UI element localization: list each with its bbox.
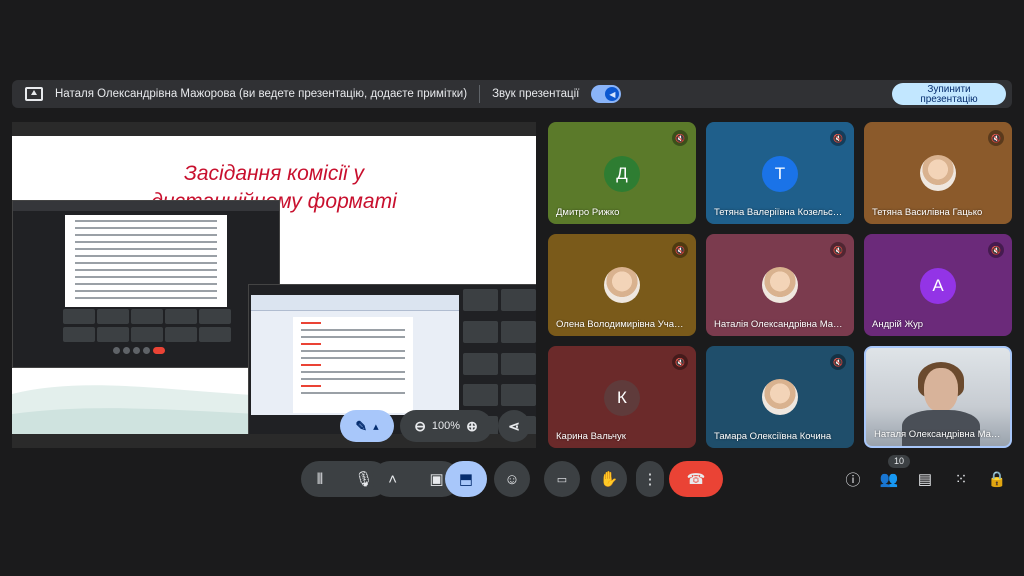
emoji-icon: ☺ (504, 470, 520, 488)
presenting-banner: Наталя Олександрівна Мажорова (ви ведете… (12, 80, 1012, 108)
mic-off-icon: 🔇 (830, 242, 846, 258)
document-preview (65, 215, 227, 307)
mic-off-icon: 🔇 (672, 354, 688, 370)
captions-button[interactable]: ▭ (544, 461, 580, 497)
screenshot-meeting-window (12, 200, 280, 368)
participant-tile[interactable]: Д 🔇 Дмитро Рижко (548, 122, 696, 224)
participant-tile[interactable]: Т 🔇 Тетяна Валеріївна Козельс… (706, 122, 854, 224)
browser-tabs (13, 201, 279, 211)
mini-toolbar (113, 347, 193, 355)
participant-tile[interactable]: 🔇 Тетяна Василівна Гацько (864, 122, 1012, 224)
presentation-sound-label: Звук презентації (492, 88, 580, 100)
participant-name: Наталія Олександрівна Ма… (714, 319, 843, 330)
participant-tile[interactable]: А 🔇 Андрій Жур (864, 234, 1012, 336)
mic-off-icon: 🔇 (988, 130, 1004, 146)
speaker-icon: ◀ (605, 87, 620, 101)
camera-icon[interactable]: ▣ (430, 470, 444, 488)
participant-tile[interactable]: К 🔇 Карина Вальчук (548, 346, 696, 448)
people-icon[interactable]: 👥 (878, 468, 900, 490)
present-screen-icon (25, 87, 43, 101)
presentation-sound-toggle[interactable]: ◀ (591, 85, 622, 103)
participant-tile[interactable]: Наталя Олександрівна Ма… (864, 346, 1012, 448)
banner-divider (479, 85, 481, 103)
more-vert-icon: ⋮ (642, 471, 658, 488)
meeting-info-icon[interactable]: ⓘ (842, 468, 864, 490)
raise-hand-button[interactable]: ✋ (591, 461, 627, 497)
hand-icon: ✋ (599, 471, 619, 488)
presented-slide: Засідання комісії у дистанційному формат… (12, 136, 536, 434)
captions-icon: ▭ (556, 473, 568, 486)
mic-off-icon: 🔇 (672, 130, 688, 146)
participant-tile[interactable]: 🔇 Олена Володимирівна Уча… (548, 234, 696, 336)
participant-name: Наталя Олександрівна Ма… (874, 429, 1001, 440)
stop-presenting-label: Зупинити презентацію (920, 83, 978, 105)
host-controls-icon[interactable]: 🔒 (986, 468, 1008, 490)
chevron-up-icon[interactable]: ˄ (388, 471, 397, 488)
activities-icon[interactable]: ⁙ (950, 468, 972, 490)
mic-off-icon: 🔇 (988, 242, 1004, 258)
meeting-toolbar: ⦀ 🎙 ˄ ▣ ⬒ ☺ ▭ ✋ ⋮ ☎ (0, 461, 1024, 497)
presentation-view: Засідання комісії у дистанційному формат… (12, 122, 536, 448)
pen-icon: ✎ (355, 417, 368, 434)
chat-icon[interactable]: ▤ (914, 468, 936, 490)
more-options-button[interactable]: ⋮ (636, 461, 664, 497)
word-ribbon (251, 295, 459, 311)
slide-title-line-1: Засідання комісії у (183, 162, 364, 185)
participant-avatar: А (920, 268, 956, 304)
word-window (251, 295, 459, 415)
mic-off-icon: 🔇 (830, 354, 846, 370)
annotate-button[interactable]: ✎ ▴ (340, 410, 394, 442)
audio-levels-icon[interactable]: ⦀ (317, 471, 324, 488)
chevron-up-icon: ▴ (373, 420, 379, 433)
share-icon: ⋖ (508, 417, 520, 434)
stop-presenting-button[interactable]: Зупинити презентацію (892, 83, 1006, 105)
participant-tile[interactable]: 🔇 Тамара Олексіївна Кочина (706, 346, 854, 448)
participant-name: Карина Вальчук (556, 431, 626, 442)
presentation-controls: ✎ ▴ ⊖ 100% ⊕ ⋖ (340, 410, 530, 442)
participant-avatar: К (604, 380, 640, 416)
participant-avatar: Т (762, 156, 798, 192)
zoom-in-icon[interactable]: ⊕ (466, 418, 478, 435)
share-button[interactable]: ⋖ (498, 410, 530, 442)
participant-name: Олена Володимирівна Уча… (556, 319, 684, 330)
mic-off-icon: 🔇 (672, 242, 688, 258)
zoom-controls: ⊖ 100% ⊕ (400, 410, 492, 442)
participant-tile[interactable]: 🔇 Наталія Олександрівна Ма… (706, 234, 854, 336)
presenting-text: Наталя Олександрівна Мажорова (ви ведете… (55, 88, 468, 100)
participant-name: Тамара Олексіївна Кочина (714, 431, 832, 442)
participant-name: Дмитро Рижко (556, 207, 620, 218)
phone-hangup-icon: ☎ (686, 471, 706, 488)
present-now-button[interactable]: ⬒ (445, 461, 487, 497)
participant-name: Тетяна Валеріївна Козельс… (714, 207, 843, 218)
participant-name: Андрій Жур (872, 319, 924, 330)
participant-photo (920, 155, 956, 191)
participant-name: Тетяна Василівна Гацько (872, 207, 983, 218)
participant-count-badge: 10 (888, 455, 910, 468)
zoom-out-icon[interactable]: ⊖ (414, 418, 426, 435)
participant-photo (604, 267, 640, 303)
microphone-icon[interactable]: 🎙 (354, 470, 373, 488)
participant-avatar: Д (604, 156, 640, 192)
mic-off-icon: 🔇 (830, 130, 846, 146)
mini-participant-tiles (63, 309, 233, 343)
participant-photo (762, 267, 798, 303)
leave-call-button[interactable]: ☎ (669, 461, 723, 497)
present-icon: ⬒ (458, 471, 474, 488)
reactions-button[interactable]: ☺ (494, 461, 530, 497)
zoom-level: 100% (431, 420, 461, 432)
participant-photo (762, 379, 798, 415)
word-page (293, 317, 413, 413)
